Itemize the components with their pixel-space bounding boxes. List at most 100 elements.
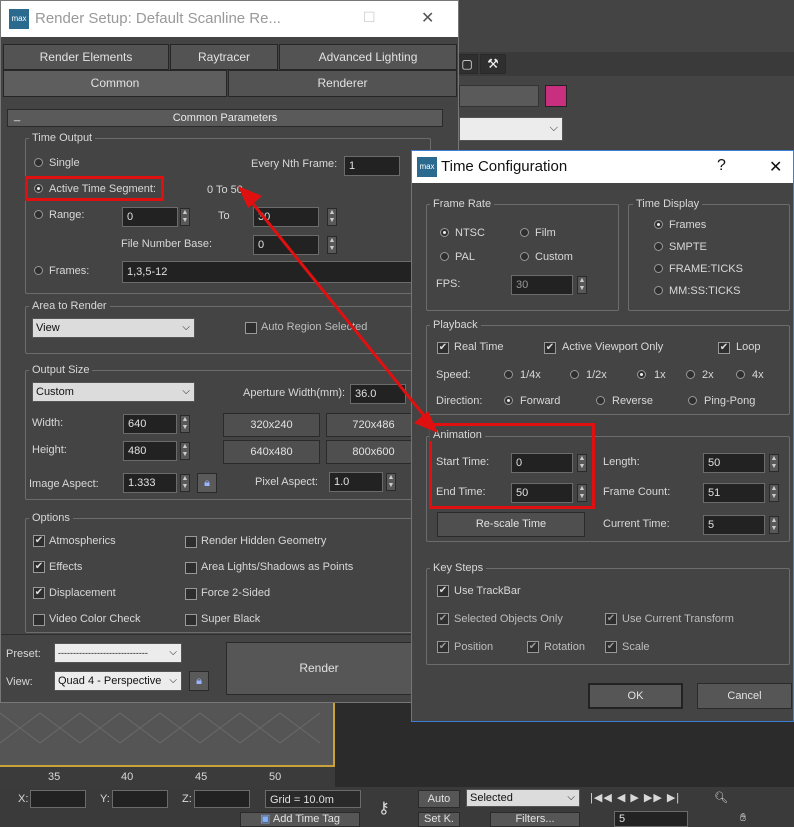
help-icon[interactable]: ? <box>717 157 726 175</box>
use-trackbar-checkbox[interactable]: ✔ <box>437 585 449 597</box>
preset-640x480-button[interactable]: 640x480 <box>223 440 320 464</box>
render-hidden-geometry-checkbox[interactable] <box>185 536 197 548</box>
rollout-collapse-icon[interactable]: _ <box>14 108 20 124</box>
preset-320x240-button[interactable]: 320x240 <box>223 413 320 437</box>
tab-renderer[interactable]: Renderer <box>228 70 457 97</box>
active-time-segment-radio[interactable] <box>34 184 43 193</box>
aperture-width-field[interactable]: 36.0 <box>350 384 406 404</box>
key-filter-dropdown[interactable]: Selected ⌵ <box>466 789 580 807</box>
height-field[interactable]: 480 <box>123 441 177 461</box>
range-to-field[interactable]: 30 <box>253 207 319 227</box>
super-black-checkbox[interactable] <box>185 614 197 626</box>
set-key-button[interactable]: Set K. <box>418 812 460 827</box>
rescale-time-button[interactable]: Re-scale Time <box>437 512 585 537</box>
close-icon[interactable]: ✕ <box>421 8 434 28</box>
close-icon[interactable]: ✕ <box>769 157 782 177</box>
pixel-aspect-field[interactable]: 1.0 <box>329 472 383 492</box>
object-color-swatch[interactable] <box>545 85 567 107</box>
display-tab-icon[interactable]: ▢ <box>456 54 478 74</box>
length-field[interactable]: 50 <box>703 453 765 473</box>
area-to-render-dropdown[interactable]: View ⌵ <box>32 318 195 338</box>
file-number-base-field[interactable]: 0 <box>253 235 319 255</box>
current-time-spinner[interactable]: ▲ ▼ <box>769 516 779 534</box>
every-nth-frame-field[interactable]: 1 <box>344 156 400 176</box>
speed-1x-radio[interactable] <box>637 370 646 379</box>
x-coordinate-field[interactable] <box>30 790 86 808</box>
area-lights-checkbox[interactable] <box>185 562 197 574</box>
range-from-spinner[interactable]: ▲ ▼ <box>180 208 190 226</box>
speed-2x-radio[interactable] <box>686 370 695 379</box>
reverse-radio[interactable] <box>596 396 605 405</box>
view-dropdown[interactable]: Quad 4 - Perspective ⌵ <box>54 671 182 691</box>
render-button[interactable]: Render <box>226 642 412 695</box>
pixel-aspect-spinner[interactable]: ▲ ▼ <box>386 473 396 491</box>
end-time-field[interactable]: 50 <box>511 483 573 503</box>
range-to-spinner[interactable]: ▲ ▼ <box>327 208 337 226</box>
utilities-tab-icon[interactable]: ⚒ <box>480 54 506 74</box>
pal-radio[interactable] <box>440 252 449 261</box>
mm-ss-ticks-radio[interactable] <box>654 286 663 295</box>
forward-radio[interactable] <box>504 396 513 405</box>
view-lock-icon[interactable]: 🔒︎ <box>189 671 209 691</box>
zoom-icon[interactable]: 🔍︎ <box>714 791 728 804</box>
position-checkbox[interactable]: ✔ <box>437 641 449 653</box>
tab-advanced-lighting[interactable]: Advanced Lighting <box>279 44 457 70</box>
current-frame-field[interactable]: 5 <box>614 811 688 827</box>
auto-region-checkbox[interactable] <box>245 322 257 334</box>
scale-checkbox[interactable]: ✔ <box>605 641 617 653</box>
real-time-checkbox[interactable]: ✔ <box>437 342 449 354</box>
range-from-field[interactable]: 0 <box>122 207 178 227</box>
effects-checkbox[interactable]: ✔ <box>33 561 45 573</box>
force-2-sided-checkbox[interactable] <box>185 588 197 600</box>
common-parameters-rollout-header[interactable]: _ Common Parameters <box>7 109 443 127</box>
preset-dropdown[interactable]: ------------------------------ ⌵ <box>54 643 182 663</box>
length-spinner[interactable]: ▲ ▼ <box>769 454 779 472</box>
preset-720x486-button[interactable]: 720x486 <box>326 413 421 437</box>
film-radio[interactable] <box>520 228 529 237</box>
height-spinner[interactable]: ▲ ▼ <box>180 442 190 460</box>
single-radio[interactable] <box>34 158 43 167</box>
image-aspect-field[interactable]: 1.333 <box>123 473 177 493</box>
key-filters-button[interactable]: Filters... <box>490 812 580 827</box>
frames-display-radio[interactable] <box>654 220 663 229</box>
add-time-tag-button[interactable]: ▣ Add Time Tag <box>240 812 360 827</box>
image-aspect-lock-icon[interactable]: 🔒︎ <box>197 473 217 493</box>
fps-spinner[interactable]: ▲ ▼ <box>577 276 587 294</box>
speed-quarter-radio[interactable] <box>504 370 513 379</box>
file-number-base-spinner[interactable]: ▲ ▼ <box>327 236 337 254</box>
auto-key-button[interactable]: Auto <box>418 790 460 808</box>
playback-controls[interactable]: |◀◀ ◀ ▶ ▶▶ ▶| <box>590 791 680 804</box>
width-spinner[interactable]: ▲ ▼ <box>180 415 190 433</box>
output-size-preset-dropdown[interactable]: Custom ⌵ <box>32 382 195 402</box>
ntsc-radio[interactable] <box>440 228 449 237</box>
pan-icon[interactable]: ✋︎ <box>740 812 746 825</box>
frame-count-spinner[interactable]: ▲ ▼ <box>769 484 779 502</box>
active-viewport-only-checkbox[interactable]: ✔ <box>544 342 556 354</box>
speed-4x-radio[interactable] <box>736 370 745 379</box>
smpte-radio[interactable] <box>654 242 663 251</box>
frames-radio[interactable] <box>34 266 43 275</box>
image-aspect-spinner[interactable]: ▲ ▼ <box>180 474 190 492</box>
tab-common[interactable]: Common <box>3 70 227 97</box>
z-coordinate-field[interactable] <box>194 790 250 808</box>
video-color-check-checkbox[interactable] <box>33 614 45 626</box>
tab-render-elements[interactable]: Render Elements <box>3 44 169 70</box>
range-radio[interactable] <box>34 210 43 219</box>
width-field[interactable]: 640 <box>123 414 177 434</box>
atmospherics-checkbox[interactable]: ✔ <box>33 535 45 547</box>
start-time-field[interactable]: 0 <box>511 453 573 473</box>
object-name-field[interactable] <box>459 85 539 107</box>
displacement-checkbox[interactable]: ✔ <box>33 587 45 599</box>
cancel-button[interactable]: Cancel <box>697 683 792 709</box>
frame-count-field[interactable]: 51 <box>703 483 765 503</box>
rotation-checkbox[interactable]: ✔ <box>527 641 539 653</box>
loop-checkbox[interactable]: ✔ <box>718 342 730 354</box>
preset-800x600-button[interactable]: 800x600 <box>326 440 421 464</box>
modifier-list-dropdown[interactable]: ⌵ <box>459 117 563 141</box>
frames-field[interactable]: 1,3,5-12 <box>122 261 414 283</box>
y-coordinate-field[interactable] <box>112 790 168 808</box>
use-current-transform-checkbox[interactable]: ✔ <box>605 613 617 625</box>
frame-ticks-radio[interactable] <box>654 264 663 273</box>
selected-objects-only-checkbox[interactable]: ✔ <box>437 613 449 625</box>
maximize-icon[interactable]: ☐ <box>363 9 376 26</box>
